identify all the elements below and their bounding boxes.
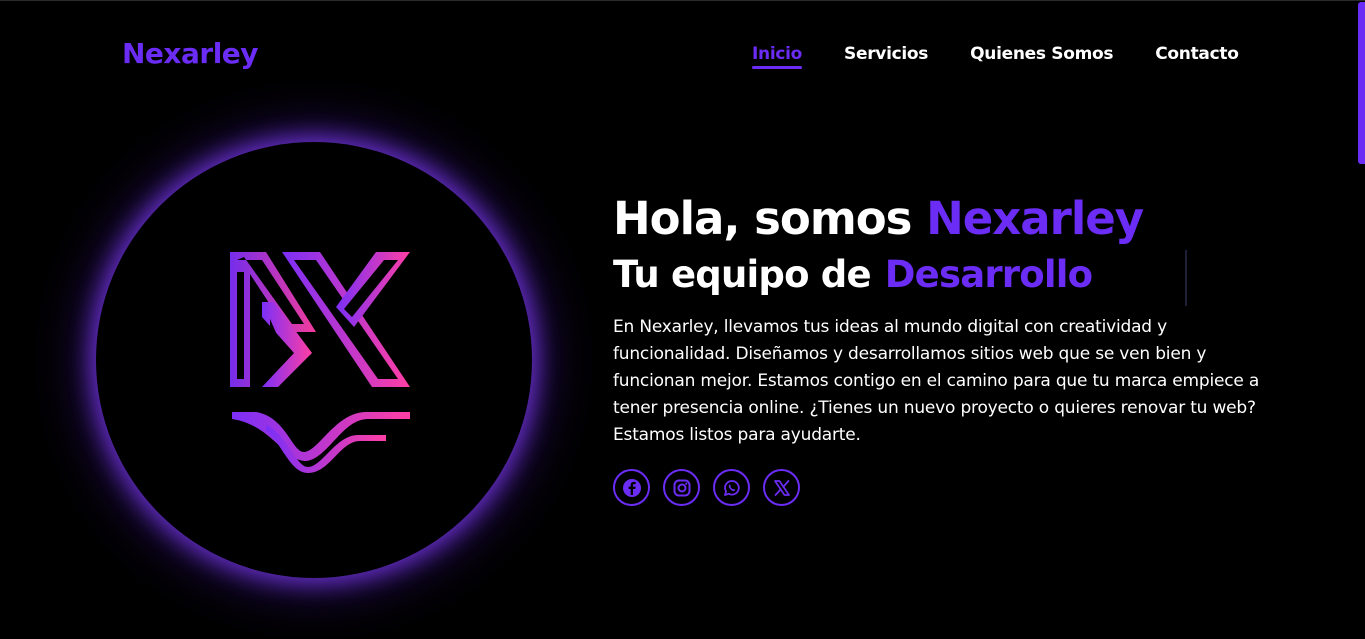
whatsapp-icon — [723, 479, 740, 496]
page: Nexarley Inicio Servicios Quienes Somos … — [0, 0, 1365, 639]
social-links — [613, 469, 1273, 506]
typing-caret — [1185, 250, 1187, 306]
facebook-icon — [622, 478, 641, 497]
hero-description: En Nexarley, llevamos tus ideas al mundo… — [613, 317, 1260, 445]
scrollbar-thumb[interactable] — [1358, 2, 1365, 164]
hero-section: Hola, somos Nexarley Tu equipo de Desarro… — [613, 191, 1273, 506]
nav-item-quienes-somos[interactable]: Quienes Somos — [970, 44, 1113, 64]
nav-item-inicio[interactable]: Inicio — [752, 44, 802, 69]
x-twitter-link[interactable] — [763, 469, 800, 506]
hero-subtitle: Tu equipo de Desarrollo — [613, 250, 1273, 306]
instagram-icon — [673, 479, 690, 496]
nav-item-servicios[interactable]: Servicios — [844, 44, 928, 64]
hero-subtitle-prefix: Tu equipo de — [613, 253, 872, 296]
x-twitter-icon — [773, 479, 790, 496]
instagram-link[interactable] — [663, 469, 700, 506]
nav-item-contacto[interactable]: Contacto — [1155, 44, 1239, 64]
logo-circle — [96, 142, 532, 578]
hero-title-prefix: Hola, somos — [613, 192, 927, 245]
facebook-link[interactable] — [613, 469, 650, 506]
hero-title: Hola, somos Nexarley — [613, 191, 1273, 247]
hero-title-accent: Nexarley — [926, 192, 1144, 245]
nexarley-logo-icon — [230, 252, 410, 473]
main-nav: Inicio Servicios Quienes Somos Contacto — [752, 44, 1239, 69]
whatsapp-link[interactable] — [713, 469, 750, 506]
hero-subtitle-typed: Desarrollo — [884, 253, 1093, 296]
brand-logo-text[interactable]: Nexarley — [122, 37, 259, 70]
